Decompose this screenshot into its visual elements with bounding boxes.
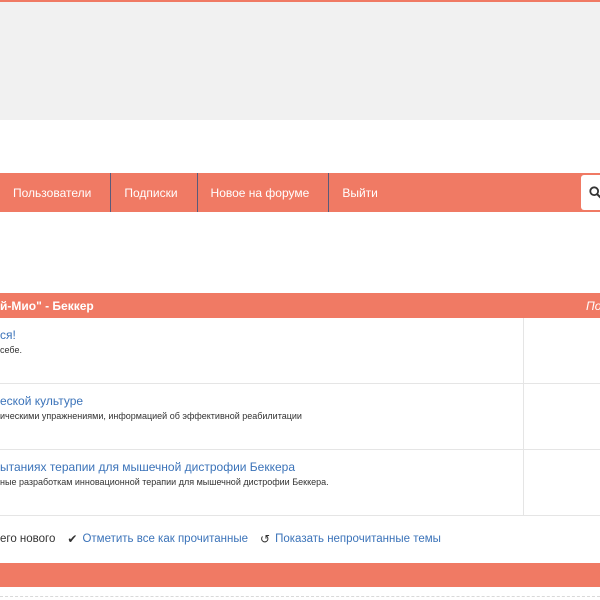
column-divider bbox=[523, 318, 524, 383]
search-button[interactable] bbox=[581, 175, 600, 210]
footer-bar bbox=[0, 563, 600, 587]
forum-description: ные разработкам инновационной терапии дл… bbox=[0, 477, 329, 487]
show-unread-label: Показать непрочитанные темы bbox=[275, 533, 441, 545]
forum-row: ся! себе. bbox=[0, 318, 600, 384]
forum-title[interactable]: еской культуре bbox=[0, 394, 83, 408]
forum-description: ическими упражнениями, информацией об эф… bbox=[0, 411, 302, 421]
mark-all-read-label: Отметить все как прочитанные bbox=[82, 533, 249, 545]
history-icon: ↺ bbox=[260, 532, 271, 546]
footer-divider bbox=[0, 596, 600, 598]
forum-title[interactable]: ытаниях терапии для мышечной дистрофии Б… bbox=[0, 460, 295, 474]
nav-users[interactable]: Пользователи bbox=[0, 173, 112, 212]
column-divider bbox=[523, 384, 524, 449]
forum-description: себе. bbox=[0, 345, 22, 355]
no-new-posts-text: его нового bbox=[0, 533, 56, 545]
nav-new-posts[interactable]: Новое на форуме bbox=[198, 173, 330, 212]
nav-subscriptions[interactable]: Подписки bbox=[111, 173, 198, 212]
category-title[interactable]: й-Мио" - Беккер bbox=[0, 299, 94, 313]
forum-list: ся! себе. еской культуре ическими упражн… bbox=[0, 318, 600, 516]
search-icon bbox=[589, 186, 600, 199]
checkmark-icon: ✔ bbox=[67, 532, 78, 546]
forum-title[interactable]: ся! bbox=[0, 328, 16, 342]
show-unread-link[interactable]: ↺ Показать непрочитанные темы bbox=[260, 532, 441, 546]
header-banner bbox=[0, 2, 600, 120]
nav-logout[interactable]: Выйти bbox=[329, 173, 397, 212]
forum-row: еской культуре ическими упражнениями, ин… bbox=[0, 384, 600, 450]
forum-actions: его нового ✔ Отметить все как прочитанны… bbox=[0, 531, 600, 547]
main-navbar: Пользователи Подписки Новое на форуме Вы… bbox=[0, 173, 600, 212]
forum-row: ытаниях терапии для мышечной дистрофии Б… bbox=[0, 450, 600, 516]
category-header: й-Мио" - Беккер По bbox=[0, 293, 600, 318]
category-column-label: По bbox=[586, 299, 600, 313]
column-divider bbox=[523, 450, 524, 515]
mark-all-read-link[interactable]: ✔ Отметить все как прочитанные bbox=[67, 532, 248, 546]
